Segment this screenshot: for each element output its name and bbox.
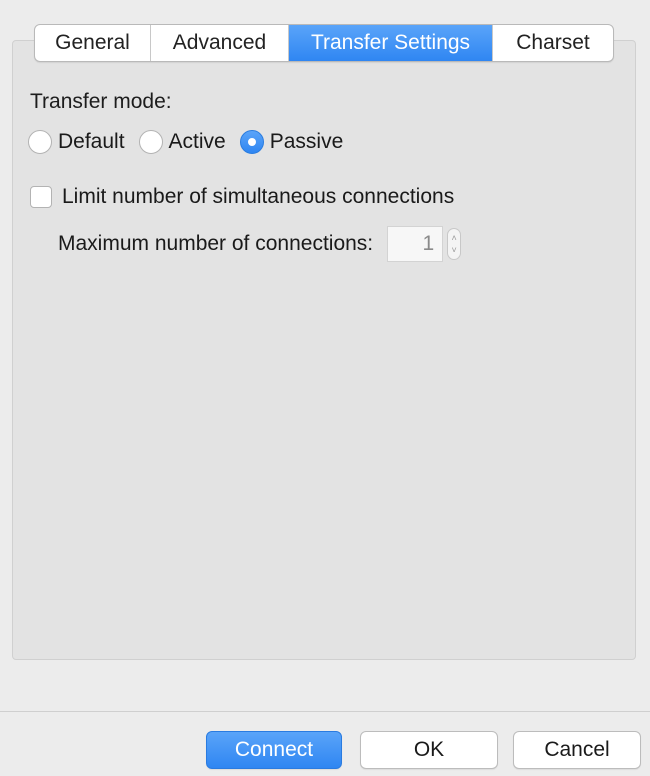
radio-active-label[interactable]: Active — [169, 130, 226, 154]
max-connections-row: Maximum number of connections: 1 ˄ ˅ — [58, 226, 462, 262]
chevron-up-icon[interactable]: ˄ — [452, 232, 457, 244]
radio-circle-icon[interactable] — [28, 130, 52, 154]
ok-button[interactable]: OK — [360, 731, 498, 769]
radio-dot-icon — [247, 138, 256, 146]
limit-connections-checkbox[interactable] — [30, 186, 52, 208]
chevron-down-icon[interactable]: ˅ — [452, 244, 457, 256]
max-connections-label: Maximum number of connections: — [58, 232, 374, 255]
connect-button[interactable]: Connect — [206, 731, 342, 769]
transfer-mode-label: Transfer mode: — [30, 90, 172, 113]
radio-active[interactable]: Active — [138, 130, 226, 154]
max-connections-input[interactable]: 1 — [387, 226, 444, 262]
radio-default[interactable]: Default — [28, 130, 125, 154]
tab-transfer-settings[interactable]: Transfer Settings — [289, 25, 493, 61]
cancel-button[interactable]: Cancel — [513, 731, 641, 769]
radio-selected-icon[interactable] — [239, 130, 264, 154]
tab-charset[interactable]: Charset — [493, 25, 613, 61]
tab-advanced[interactable]: Advanced — [151, 25, 289, 61]
transfer-mode-radio-group: Default Active Passive — [28, 130, 357, 154]
footer-divider — [0, 711, 650, 712]
limit-connections-row[interactable]: Limit number of simultaneous connections — [30, 185, 454, 209]
max-connections-stepper[interactable]: ˄ ˅ — [447, 228, 462, 260]
radio-passive-label[interactable]: Passive — [270, 130, 344, 154]
tab-bar: General Advanced Transfer Settings Chars… — [34, 24, 614, 62]
radio-passive[interactable]: Passive — [239, 130, 344, 154]
radio-default-label[interactable]: Default — [58, 130, 125, 154]
radio-circle-icon[interactable] — [138, 130, 163, 154]
limit-connections-label[interactable]: Limit number of simultaneous connections — [62, 185, 454, 209]
tab-general[interactable]: General — [35, 25, 151, 61]
